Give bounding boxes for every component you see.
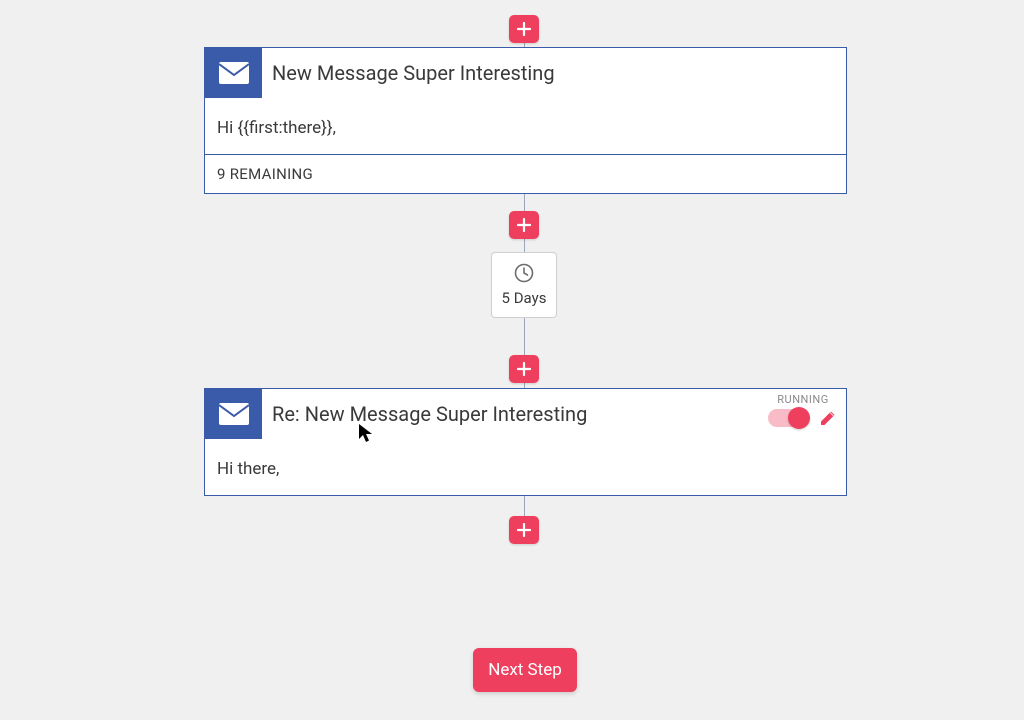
pencil-icon — [818, 408, 838, 428]
delay-step-node[interactable]: 5 Days — [491, 252, 557, 318]
mail-icon — [219, 403, 249, 425]
add-step-button[interactable] — [509, 211, 539, 239]
step-remaining-footer: 9 REMAINING — [205, 154, 846, 193]
add-step-button[interactable] — [509, 355, 539, 383]
email-step-card[interactable]: Re: New Message Super Interesting RUNNIN… — [204, 388, 847, 496]
plus-icon — [517, 22, 531, 36]
add-step-button[interactable] — [509, 516, 539, 544]
clock-icon — [514, 263, 534, 283]
email-step-card[interactable]: New Message Super Interesting Hi {{first… — [204, 47, 847, 194]
next-step-label: Next Step — [488, 660, 562, 680]
step-body-preview: Hi there, — [205, 439, 846, 495]
running-toggle[interactable] — [768, 409, 808, 427]
plus-icon — [517, 362, 531, 376]
delay-duration: 5 Days — [502, 289, 547, 307]
edit-step-button[interactable] — [818, 408, 838, 428]
mail-icon — [219, 62, 249, 84]
plus-icon — [517, 523, 531, 537]
step-title: Re: New Message Super Interesting — [272, 402, 846, 426]
step-body-preview: Hi {{first:there}}, — [205, 98, 846, 154]
mail-icon-box — [205, 389, 262, 439]
plus-icon — [517, 218, 531, 232]
running-label: RUNNING — [777, 393, 828, 406]
add-step-button[interactable] — [509, 15, 539, 43]
mail-icon-box — [205, 48, 262, 98]
next-step-button[interactable]: Next Step — [473, 648, 577, 692]
step-title: New Message Super Interesting — [272, 61, 846, 85]
